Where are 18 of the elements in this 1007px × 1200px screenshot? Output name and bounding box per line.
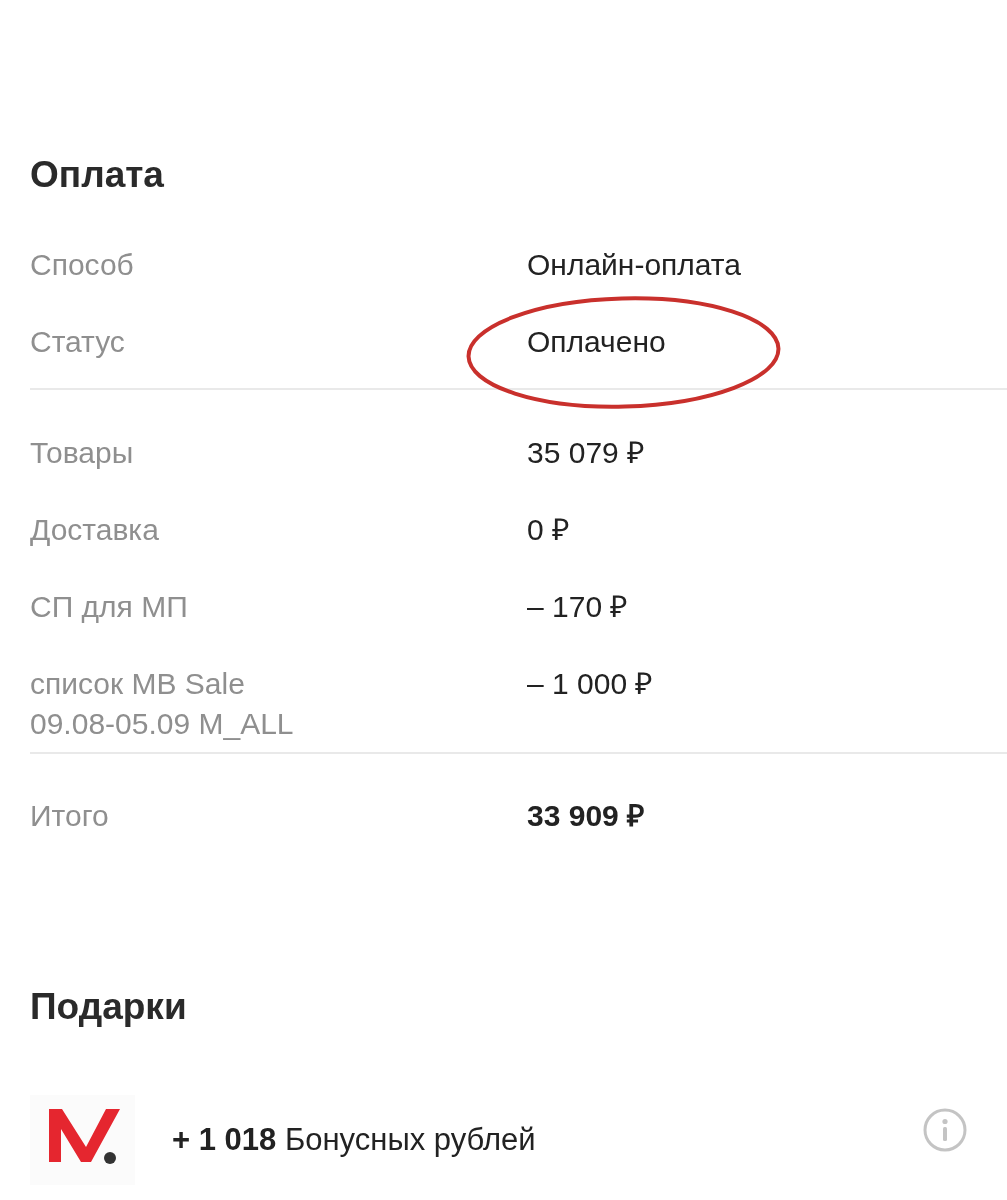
row-value: Онлайн-оплата [527,246,741,283]
section-title: Оплата [30,153,164,197]
row-label: СП для МП [30,588,188,625]
row-value: 33 909 ₽ [527,798,645,834]
row-value: 0 ₽ [527,511,570,548]
section-title: Подарки [30,984,187,1029]
row-label: Итого [30,798,109,834]
info-icon[interactable] [923,1107,967,1152]
row-label: Товары [30,434,134,471]
row-value: – 170 ₽ [527,588,628,625]
row-label: Способ [30,246,134,283]
row-value: Оплачено [527,323,666,360]
row-label: Доставка [30,511,159,548]
row-value: – 1 000 ₽ [527,665,653,702]
row-label: список MB Sale 09.08-05.09 M_ALL [30,665,295,742]
bonus-text: + 1 018 Бонусных рублей [172,1120,537,1159]
row-value: 35 079 ₽ [527,434,645,471]
row-label: Статус [30,323,125,360]
